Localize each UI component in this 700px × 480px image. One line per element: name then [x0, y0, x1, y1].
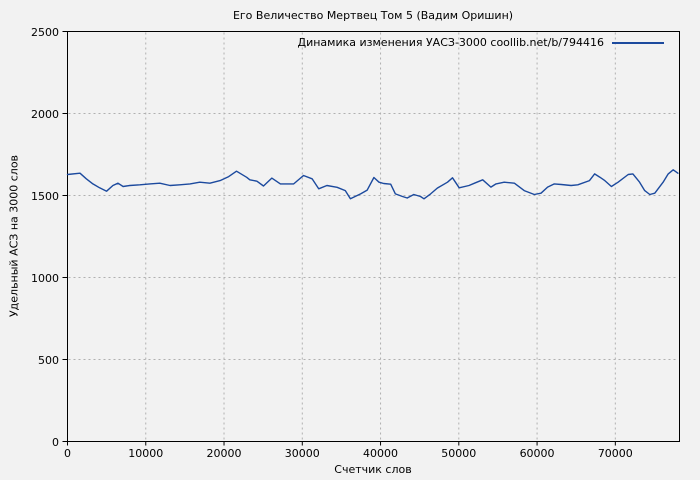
chart-title: Его Величество Мертвец Том 5 (Вадим Ориш… [67, 9, 679, 22]
x-axis-label: Счетчик слов [67, 463, 679, 476]
x-tick-label: 50000 [441, 447, 476, 460]
plot-area [0, 0, 700, 480]
x-tick-label: 30000 [285, 447, 320, 460]
y-tick-label: 1000 [20, 272, 59, 285]
x-tick-label: 10000 [128, 447, 163, 460]
chart-canvas: Его Величество Мертвец Том 5 (Вадим Ориш… [0, 0, 700, 480]
x-tick-label: 60000 [520, 447, 555, 460]
legend-label: Динамика изменения УАСЗ-3000 coollib.net… [298, 36, 605, 49]
y-tick-label: 2500 [20, 26, 59, 39]
x-tick-label: 70000 [598, 447, 633, 460]
y-tick-label: 2000 [20, 108, 59, 121]
x-tick-label: 0 [64, 447, 71, 460]
x-tick-label: 40000 [363, 447, 398, 460]
y-tick-label: 0 [20, 436, 59, 449]
x-tick-label: 20000 [207, 447, 242, 460]
legend: Динамика изменения УАСЗ-3000 coollib.net… [298, 36, 665, 49]
y-tick-label: 1500 [20, 190, 59, 203]
y-axis-label: Удельный АСЗ на 3000 слов [8, 155, 21, 317]
y-tick-label: 500 [20, 354, 59, 367]
data-line [68, 170, 678, 199]
legend-line-sample-icon [612, 42, 664, 44]
plot-frame [68, 32, 680, 442]
